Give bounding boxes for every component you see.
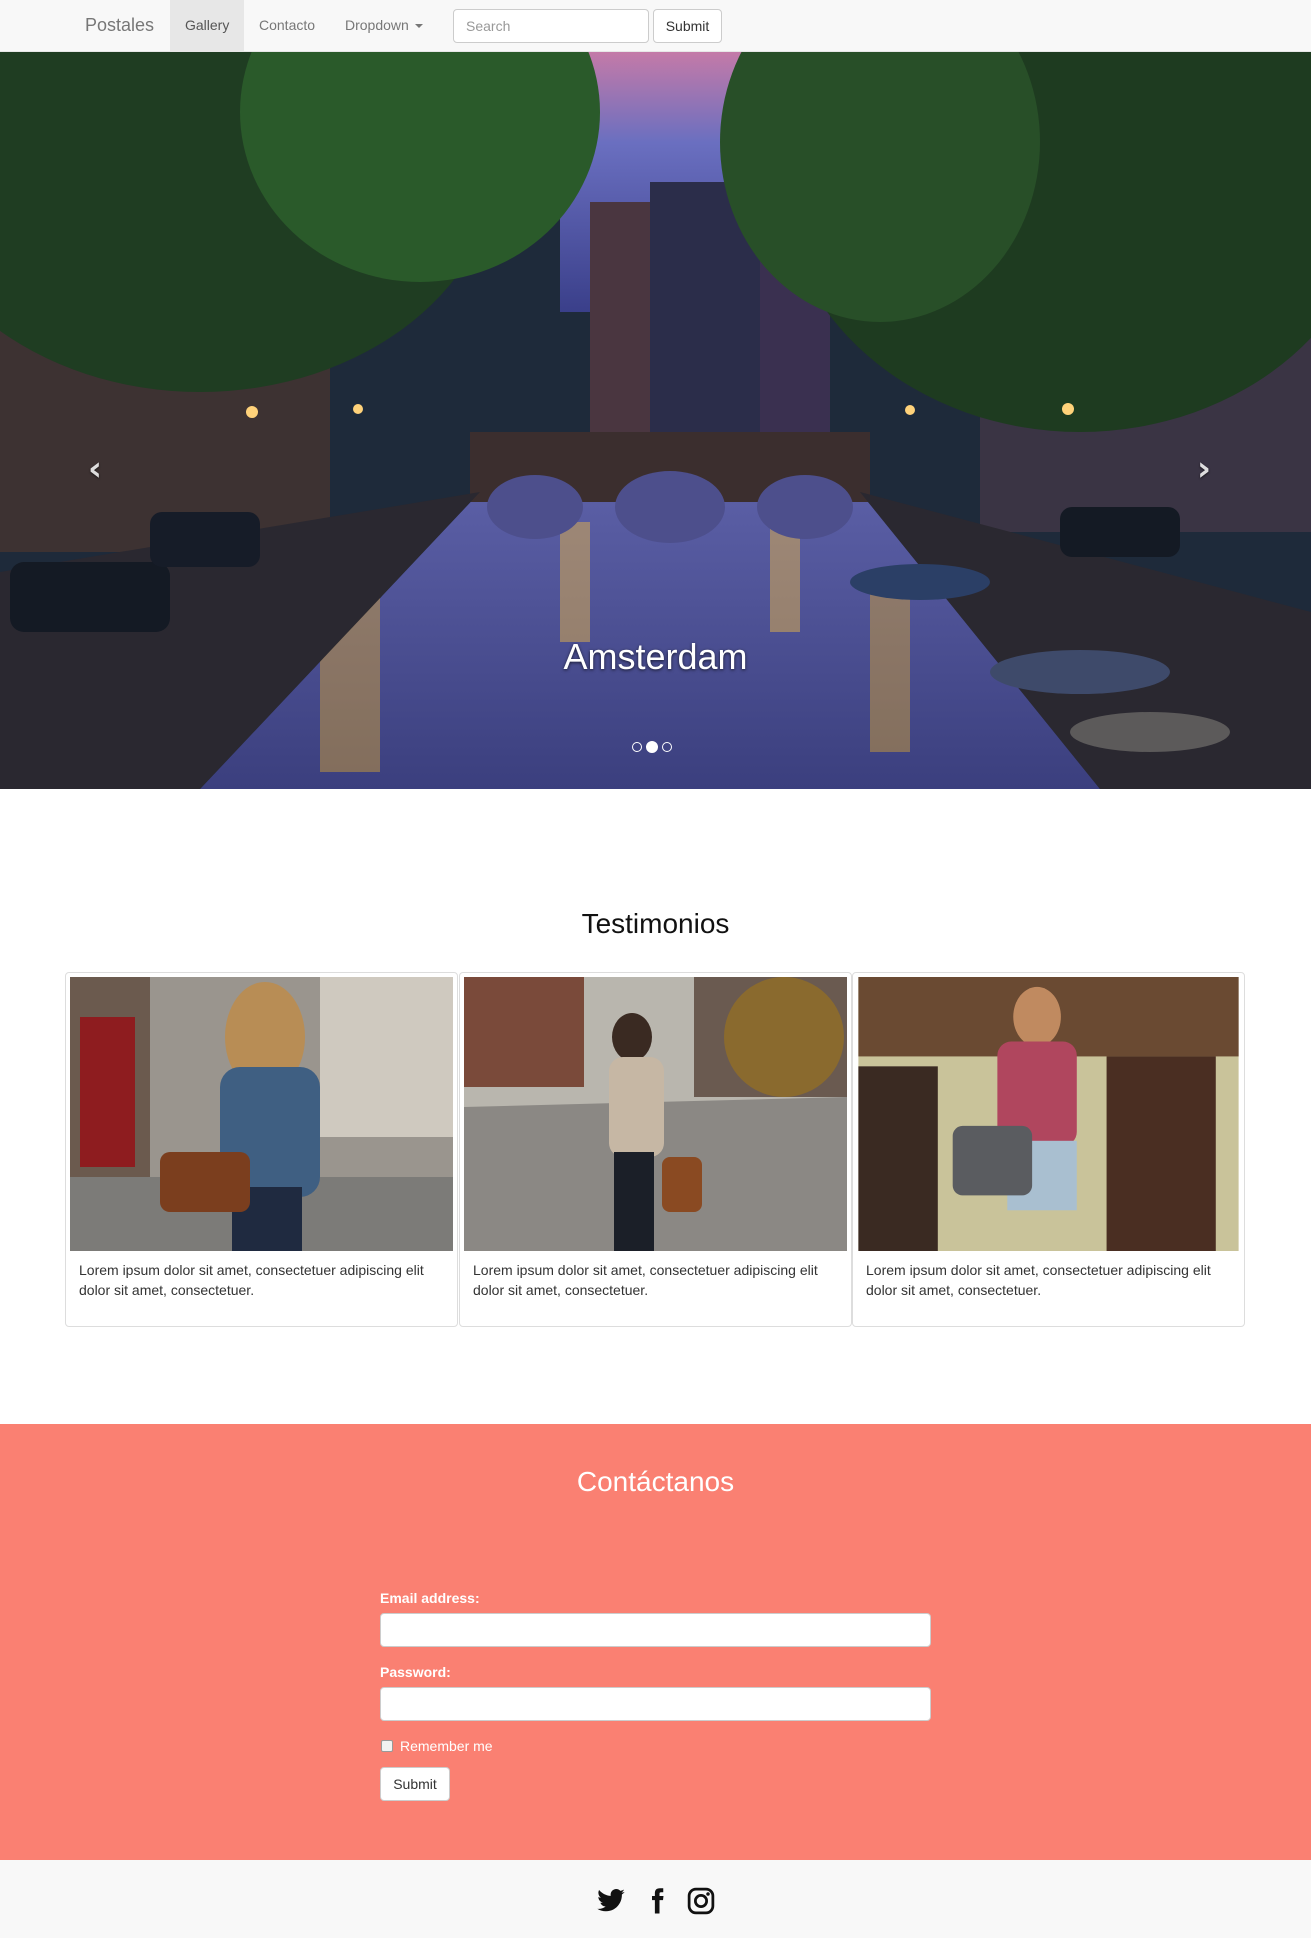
remember-checkbox[interactable] xyxy=(381,1740,393,1752)
carousel-next-icon[interactable]: › xyxy=(1197,452,1211,486)
navbar: Postales Gallery Contacto Dropdown Submi… xyxy=(0,0,1311,52)
testimonial-card: Lorem ipsum dolor sit amet, consectetuer… xyxy=(65,972,458,1327)
carousel-prev-icon[interactable]: ‹ xyxy=(88,452,102,486)
footer xyxy=(0,1860,1311,1938)
email-label: Email address: xyxy=(380,1590,480,1606)
password-label: Password: xyxy=(380,1664,451,1680)
amsterdam-canal-photo xyxy=(0,52,1311,789)
testimonial-text: Lorem ipsum dolor sit amet, consectetuer… xyxy=(473,1262,818,1298)
carousel: ‹ › Amsterdam xyxy=(0,52,1311,789)
woman-with-leather-bag-photo xyxy=(70,977,453,1251)
caret-down-icon xyxy=(414,24,423,29)
woman-with-camera-photo xyxy=(464,977,847,1251)
carousel-indicator[interactable] xyxy=(632,742,642,752)
testimonial-card: Lorem ipsum dolor sit amet, consectetuer… xyxy=(459,972,852,1327)
remember-label: Remember me xyxy=(400,1738,493,1754)
carousel-caption: Amsterdam xyxy=(563,636,748,677)
man-with-camera-photo xyxy=(858,977,1239,1251)
contact-section: Contáctanos Email address: Password: Rem… xyxy=(0,1424,1311,1860)
nav-item-gallery[interactable]: Gallery xyxy=(170,0,245,51)
testimonial-text: Lorem ipsum dolor sit amet, consectetuer… xyxy=(79,1262,424,1298)
twitter-icon[interactable] xyxy=(596,1886,626,1916)
contact-title: Contáctanos xyxy=(576,1466,735,1497)
email-field[interactable] xyxy=(380,1613,931,1647)
carousel-indicator[interactable] xyxy=(662,742,672,752)
nav-item-contacto[interactable]: Contacto xyxy=(244,0,330,51)
search-submit-button[interactable]: Submit xyxy=(653,9,722,43)
nav-item-dropdown[interactable]: Dropdown xyxy=(330,0,438,51)
testimonials-title: Testimonios xyxy=(581,908,730,939)
dropdown-label: Dropdown xyxy=(345,17,409,33)
search-input[interactable] xyxy=(453,9,649,43)
facebook-icon[interactable] xyxy=(642,1886,672,1916)
testimonial-text: Lorem ipsum dolor sit amet, consectetuer… xyxy=(866,1262,1211,1298)
contact-submit-button[interactable]: Submit xyxy=(380,1767,450,1801)
password-field[interactable] xyxy=(380,1687,931,1721)
brand-link[interactable]: Postales xyxy=(85,0,154,51)
instagram-icon[interactable] xyxy=(686,1886,716,1916)
carousel-indicator-active[interactable] xyxy=(646,741,658,753)
testimonial-card: Lorem ipsum dolor sit amet, consectetuer… xyxy=(852,972,1245,1327)
